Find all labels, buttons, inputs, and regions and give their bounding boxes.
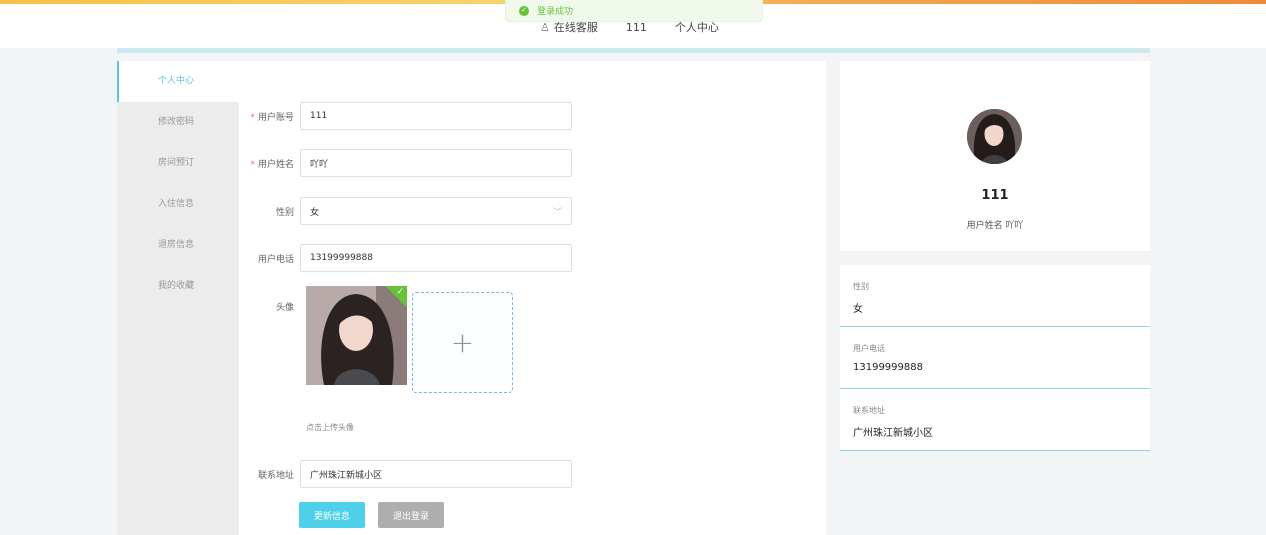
check-icon: ✓	[396, 287, 404, 297]
info-value: 女	[853, 304, 863, 315]
account-row: * 用户账号 111	[239, 102, 572, 130]
sidebar-item-label: 入住信息	[158, 199, 195, 209]
info-card-gender: 性别 女	[840, 265, 1150, 327]
info-label: 联系地址	[853, 406, 885, 415]
info-value: 广州珠江新城小区	[853, 428, 933, 439]
nav-username[interactable]: 111	[626, 21, 647, 34]
toast-text: 登录成功	[537, 7, 574, 17]
chevron-down-icon: ﹀	[552, 207, 562, 218]
address-input[interactable]: 广州珠江新城小区	[300, 460, 572, 488]
phone-value: 13199999888	[310, 253, 373, 263]
nav-username-label: 111	[625, 20, 647, 34]
success-toast: ✓ 登录成功	[505, 0, 763, 22]
sidebar-item-checkin-info[interactable]: 入住信息	[117, 184, 239, 225]
gender-row: 性别 女 ﹀	[239, 197, 572, 225]
required-mark: *	[250, 159, 255, 170]
required-mark: *	[250, 112, 255, 123]
info-card-phone: 用户电话 13199999888	[840, 327, 1150, 389]
gender-value: 女	[310, 207, 320, 218]
profile-avatar-photo	[967, 109, 1022, 164]
update-info-button[interactable]: 更新信息	[299, 502, 365, 528]
user-icon: ♙	[540, 20, 550, 34]
sidebar-item-room-booking[interactable]: 房间预订	[117, 143, 239, 184]
phone-input[interactable]: 13199999888	[300, 244, 572, 272]
account-label: * 用户账号	[239, 110, 300, 123]
header-divider	[117, 48, 1150, 53]
sidebar-item-label: 修改密码	[158, 117, 195, 127]
profile-username: 111	[981, 188, 1009, 203]
info-label: 性别	[853, 282, 869, 291]
account-label-text: 用户账号	[257, 112, 294, 123]
account-input[interactable]: 111	[300, 102, 572, 130]
sidebar-item-change-password[interactable]: 修改密码	[117, 102, 239, 143]
address-label: 联系地址	[257, 470, 294, 481]
address-value: 广州珠江新城小区	[310, 470, 383, 481]
name-row: * 用户姓名 吖吖	[239, 149, 572, 177]
info-value: 13199999888	[853, 362, 923, 373]
avatar-label: 头像	[275, 303, 294, 313]
name-label: * 用户姓名	[239, 157, 300, 170]
gender-label: 性别	[275, 207, 294, 218]
sidebar-item-my-favorites[interactable]: 我的收藏	[117, 266, 239, 307]
phone-label: 用户电话	[257, 254, 294, 265]
phone-row: 用户电话 13199999888	[239, 244, 572, 272]
sidebar-item-label: 房间预订	[158, 158, 195, 168]
info-label: 用户电话	[853, 344, 885, 353]
logout-button[interactable]: 退出登录	[378, 502, 444, 528]
avatar-upload-button[interactable]: +	[412, 292, 513, 393]
avatar-preview-image[interactable]: ✓	[306, 286, 407, 385]
profile-card: 111 用户姓名 吖吖	[840, 61, 1150, 251]
gender-select[interactable]: 女 ﹀	[300, 197, 572, 225]
sidebar: 个人中心 修改密码 房间预订 入住信息 退房信息 我的收藏	[117, 61, 239, 535]
success-check-icon: ✓	[519, 5, 529, 16]
name-input[interactable]: 吖吖	[300, 149, 572, 177]
profile-realname: 用户姓名 吖吖	[966, 221, 1024, 231]
sidebar-item-label: 退房信息	[158, 240, 195, 250]
avatar-photo	[306, 286, 407, 385]
avatar	[967, 109, 1022, 164]
name-label-text: 用户姓名	[257, 159, 294, 170]
info-card-address: 联系地址 广州珠江新城小区	[840, 389, 1150, 451]
sidebar-item-checkout-info[interactable]: 退房信息	[117, 225, 239, 266]
sidebar-item-label: 个人中心	[158, 76, 195, 86]
plus-icon: +	[450, 326, 475, 359]
account-value: 111	[310, 111, 328, 121]
address-row: 联系地址 广州珠江新城小区	[239, 460, 572, 488]
name-value: 吖吖	[310, 159, 329, 170]
sidebar-item-personal-center[interactable]: 个人中心	[117, 61, 239, 102]
sidebar-item-label: 我的收藏	[158, 281, 195, 291]
upload-tip: 点击上传头像	[306, 423, 354, 432]
